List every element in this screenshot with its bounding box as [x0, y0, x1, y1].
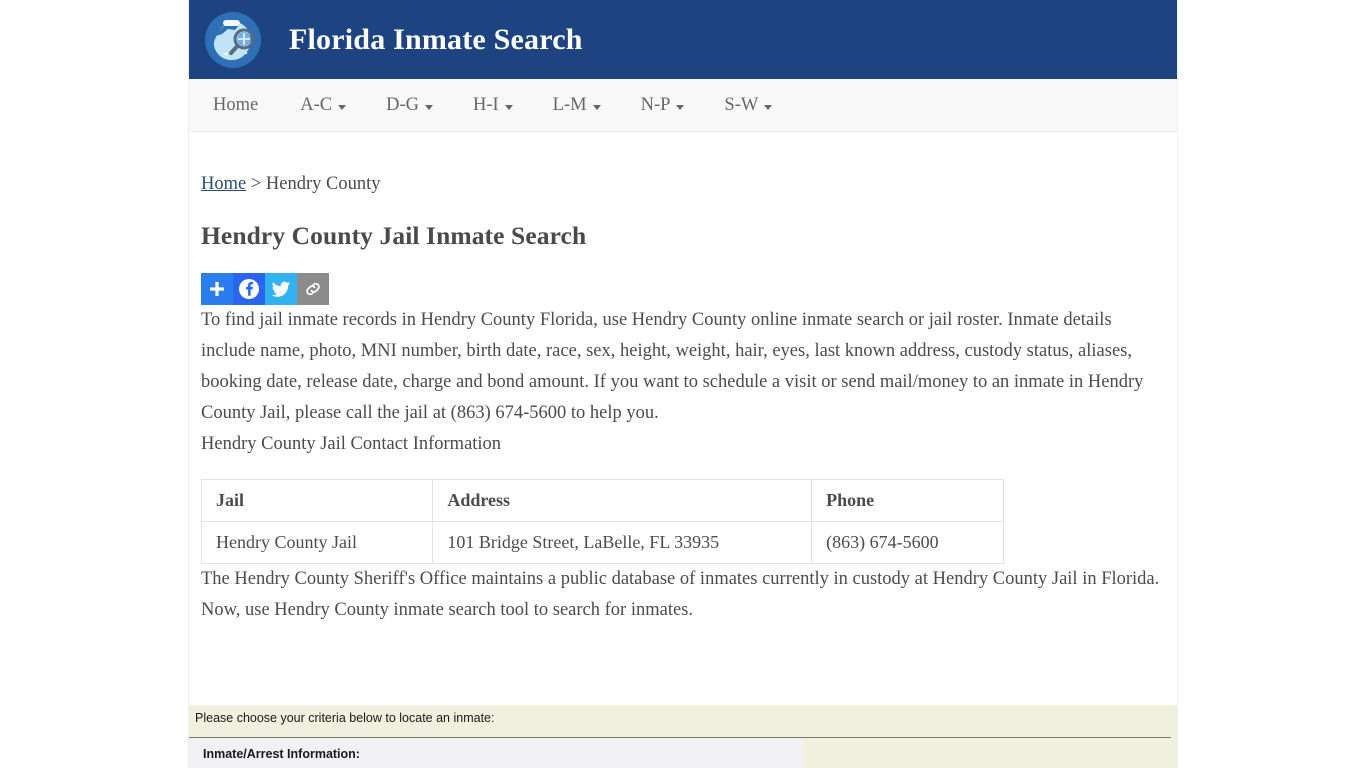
cell-jail-phone: (863) 674-5600 — [811, 521, 1004, 564]
chain-link-icon — [306, 282, 320, 296]
contact-info-heading: Hendry County Jail Contact Information — [201, 434, 502, 454]
after-table-paragraph: The Hendry County Sheriff's Office maint… — [201, 569, 1160, 620]
page-title: Hendry County Jail Inmate Search — [201, 221, 587, 250]
column-header-phone: Phone — [811, 479, 1004, 522]
inmate-arrest-information-panel: Inmate/Arrest Information: — [189, 739, 804, 768]
search-instruction-text: Please choose your criteria below to loc… — [195, 711, 495, 725]
table-header-row: Jail Address Phone — [200, 479, 1004, 522]
nav-item-l-m[interactable]: L-M — [553, 95, 601, 116]
chevron-down-icon — [424, 104, 433, 110]
nav-item-n-p[interactable]: N-P — [641, 95, 685, 116]
share-buttons — [201, 273, 1165, 305]
column-header-jail: Jail — [200, 479, 434, 522]
chevron-down-icon — [338, 104, 347, 110]
addthis-share-button[interactable] — [201, 273, 233, 305]
cell-jail-address: 101 Bridge Street, LaBelle, FL 33935 — [432, 521, 813, 564]
table-row: Hendry County Jail 101 Bridge Street, La… — [200, 521, 1004, 564]
nav-label: A-C — [300, 94, 333, 115]
nav-item-a-c[interactable]: A-C — [300, 94, 347, 116]
nav-label: D-G — [386, 94, 419, 115]
twitter-share-button[interactable] — [265, 273, 297, 305]
plus-icon — [210, 282, 224, 296]
facebook-icon — [239, 279, 259, 299]
chevron-down-icon — [592, 104, 601, 110]
site-container: Florida Inmate Search Home A-C D-G H-I L… — [188, 0, 1178, 768]
nav-label: S-W — [724, 94, 759, 115]
nav-label: N-P — [640, 94, 671, 115]
chevron-down-icon — [504, 104, 513, 110]
breadcrumb-separator: > — [246, 174, 266, 194]
nav-label: H-I — [472, 94, 499, 115]
intro-paragraph: To find jail inmate records in Hendry Co… — [201, 310, 1144, 423]
copy-link-button[interactable] — [297, 273, 329, 305]
nav-item-d-g[interactable]: D-G — [386, 95, 433, 116]
nav-label: L-M — [552, 94, 587, 115]
breadcrumb-home-link[interactable]: Home — [201, 174, 246, 194]
chevron-down-icon — [676, 104, 685, 110]
main-navigation: Home A-C D-G H-I L-M N-P S-W — [189, 79, 1177, 132]
column-header-address: Address — [432, 479, 813, 522]
site-header: Florida Inmate Search — [189, 0, 1177, 79]
nav-label: Home — [213, 94, 259, 115]
contact-table: Jail Address Phone Hendry County Jail 10… — [200, 479, 1004, 564]
facebook-share-button[interactable] — [233, 273, 265, 305]
chevron-down-icon — [764, 104, 773, 110]
page-root: Florida Inmate Search Home A-C D-G H-I L… — [0, 0, 1366, 768]
cell-jail-name: Hendry County Jail — [200, 521, 434, 564]
twitter-bird-icon — [271, 281, 291, 297]
nav-item-home[interactable]: Home — [213, 95, 258, 116]
main-content: Home > Hendry County Hendry County Jail … — [189, 174, 1177, 626]
nav-item-h-i[interactable]: H-I — [473, 95, 513, 116]
inmate-search-widget: Please choose your criteria below to loc… — [189, 705, 1177, 768]
nav-item-s-w[interactable]: S-W — [724, 94, 773, 116]
breadcrumb-current: Hendry County — [265, 174, 381, 194]
state-map-magnifier-icon[interactable] — [202, 9, 264, 71]
site-title: Florida Inmate Search — [289, 22, 583, 56]
inmate-arrest-information-label: Inmate/Arrest Information: — [203, 747, 360, 761]
breadcrumb: Home > Hendry County — [201, 174, 1165, 195]
search-divider — [189, 737, 1171, 738]
